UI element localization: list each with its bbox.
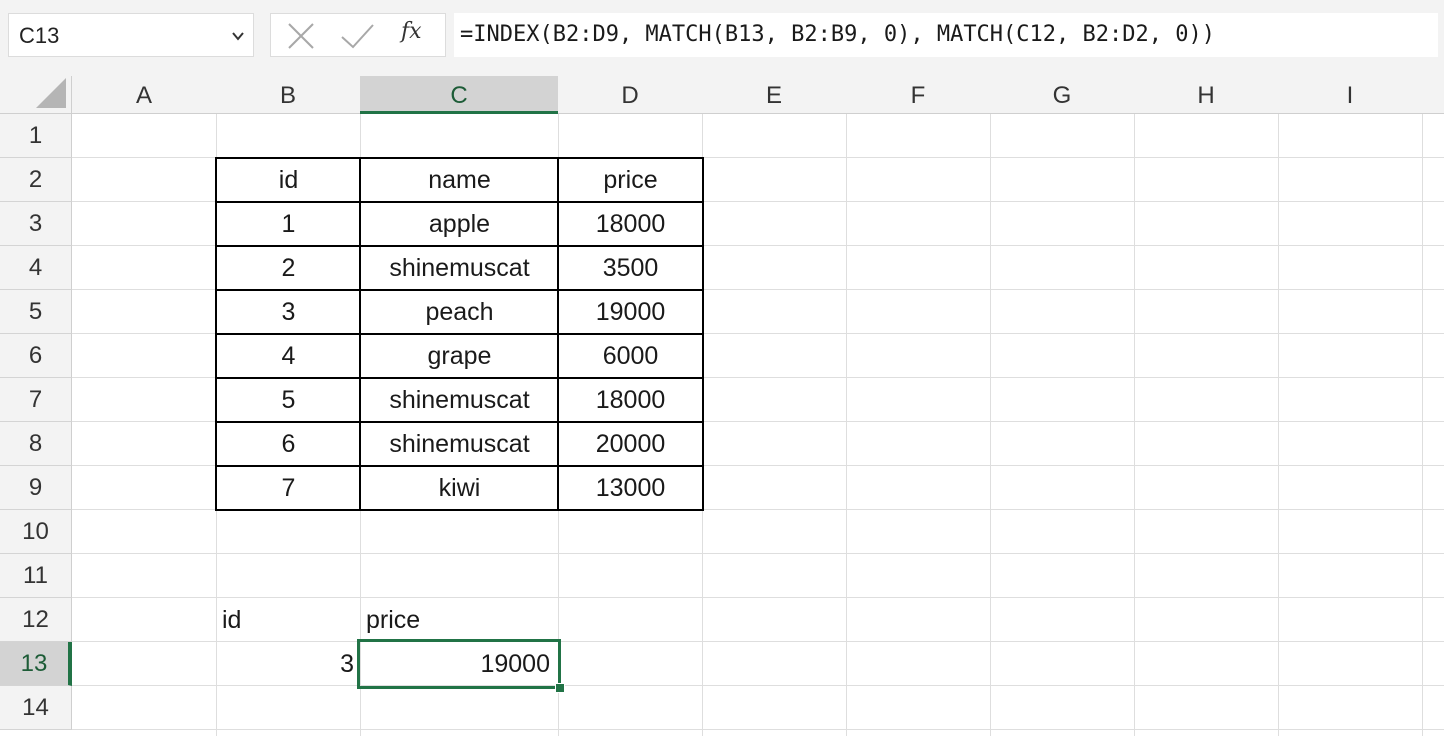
name-box-value: C13 bbox=[19, 23, 60, 48]
cell-price[interactable]: 19000 bbox=[559, 290, 702, 334]
select-all-icon bbox=[36, 78, 66, 108]
cell-name[interactable]: shinemuscat bbox=[361, 246, 558, 290]
row-header-2[interactable]: 2 bbox=[0, 158, 72, 202]
column-header-a[interactable]: A bbox=[72, 76, 217, 114]
gridline bbox=[990, 114, 991, 736]
cancel-icon[interactable] bbox=[281, 20, 321, 52]
column-header-c[interactable]: C bbox=[360, 76, 559, 114]
column-header-e[interactable]: E bbox=[702, 76, 847, 114]
gridline bbox=[72, 553, 1444, 554]
gridline bbox=[1422, 114, 1423, 736]
formula-bar: C13 fx =INDEX(B2:D9, MATCH(B13, B2:B9, 0… bbox=[0, 0, 1444, 76]
table-divider bbox=[215, 245, 704, 247]
table-divider bbox=[215, 377, 704, 379]
gridline bbox=[1134, 114, 1135, 736]
cell-name[interactable]: shinemuscat bbox=[361, 378, 558, 422]
row-header-12[interactable]: 12 bbox=[0, 598, 72, 642]
row-header-9[interactable]: 9 bbox=[0, 466, 72, 510]
gridline bbox=[72, 729, 1444, 730]
row-header-3[interactable]: 3 bbox=[0, 202, 72, 246]
gridline bbox=[1278, 114, 1279, 736]
cell-price[interactable]: 18000 bbox=[559, 378, 702, 422]
cell-id[interactable]: 5 bbox=[217, 378, 360, 422]
fill-handle[interactable] bbox=[555, 683, 565, 693]
cell-price[interactable]: 18000 bbox=[559, 202, 702, 246]
row-header-8[interactable]: 8 bbox=[0, 422, 72, 466]
cell-id[interactable]: 4 bbox=[217, 334, 360, 378]
cell-price[interactable]: 20000 bbox=[559, 422, 702, 466]
gridline bbox=[702, 114, 703, 736]
cell-b12-id-label[interactable]: id bbox=[217, 598, 360, 642]
table-header-id[interactable]: id bbox=[217, 158, 360, 202]
cell-name[interactable]: peach bbox=[361, 290, 558, 334]
row-header-6[interactable]: 6 bbox=[0, 334, 72, 378]
cell-id[interactable]: 7 bbox=[217, 466, 360, 510]
chevron-down-icon[interactable] bbox=[231, 14, 245, 75]
name-box[interactable]: C13 bbox=[8, 13, 254, 57]
row-header-13[interactable]: 13 bbox=[0, 642, 72, 686]
insert-function-icon[interactable]: fx bbox=[401, 19, 422, 44]
select-all-button[interactable] bbox=[0, 76, 72, 114]
cell-id[interactable]: 6 bbox=[217, 422, 360, 466]
gridline bbox=[846, 114, 847, 736]
table-divider bbox=[215, 201, 704, 203]
row-header-4[interactable]: 4 bbox=[0, 246, 72, 290]
cell-price[interactable]: 6000 bbox=[559, 334, 702, 378]
cell-name[interactable]: kiwi bbox=[361, 466, 558, 510]
cell-price[interactable]: 13000 bbox=[559, 466, 702, 510]
table-divider bbox=[215, 421, 704, 423]
cell-id[interactable]: 3 bbox=[217, 290, 360, 334]
column-header-b[interactable]: B bbox=[216, 76, 361, 114]
cell-name[interactable]: shinemuscat bbox=[361, 422, 558, 466]
formula-input[interactable]: =INDEX(B2:D9, MATCH(B13, B2:B9, 0), MATC… bbox=[454, 13, 1438, 57]
row-header-7[interactable]: 7 bbox=[0, 378, 72, 422]
cell-b13-id-value[interactable]: 3 bbox=[217, 642, 360, 686]
table-divider bbox=[215, 465, 704, 467]
table-divider bbox=[215, 289, 704, 291]
confirm-icon[interactable] bbox=[337, 20, 377, 52]
cell-c12-price-label[interactable]: price bbox=[361, 598, 558, 642]
cell-name[interactable]: grape bbox=[361, 334, 558, 378]
column-header-h[interactable]: H bbox=[1134, 76, 1279, 114]
column-header-next[interactable] bbox=[1422, 76, 1444, 114]
cell-name[interactable]: apple bbox=[361, 202, 558, 246]
row-header-10[interactable]: 10 bbox=[0, 510, 72, 554]
table-divider bbox=[215, 333, 704, 335]
row-header-1[interactable]: 1 bbox=[0, 114, 72, 158]
formula-controls: fx bbox=[270, 13, 446, 57]
row-header-5[interactable]: 5 bbox=[0, 290, 72, 334]
table-header-price[interactable]: price bbox=[559, 158, 702, 202]
cell-id[interactable]: 1 bbox=[217, 202, 360, 246]
cell-id[interactable]: 2 bbox=[217, 246, 360, 290]
row-header-11[interactable]: 11 bbox=[0, 554, 72, 598]
cell-c13-price-result[interactable]: 19000 bbox=[361, 642, 558, 686]
column-header-f[interactable]: F bbox=[846, 76, 991, 114]
column-header-g[interactable]: G bbox=[990, 76, 1135, 114]
cell-price[interactable]: 3500 bbox=[559, 246, 702, 290]
row-header-14[interactable]: 14 bbox=[0, 686, 72, 730]
column-header-d[interactable]: D bbox=[558, 76, 703, 114]
table-header-name[interactable]: name bbox=[361, 158, 558, 202]
column-header-i[interactable]: I bbox=[1278, 76, 1423, 114]
